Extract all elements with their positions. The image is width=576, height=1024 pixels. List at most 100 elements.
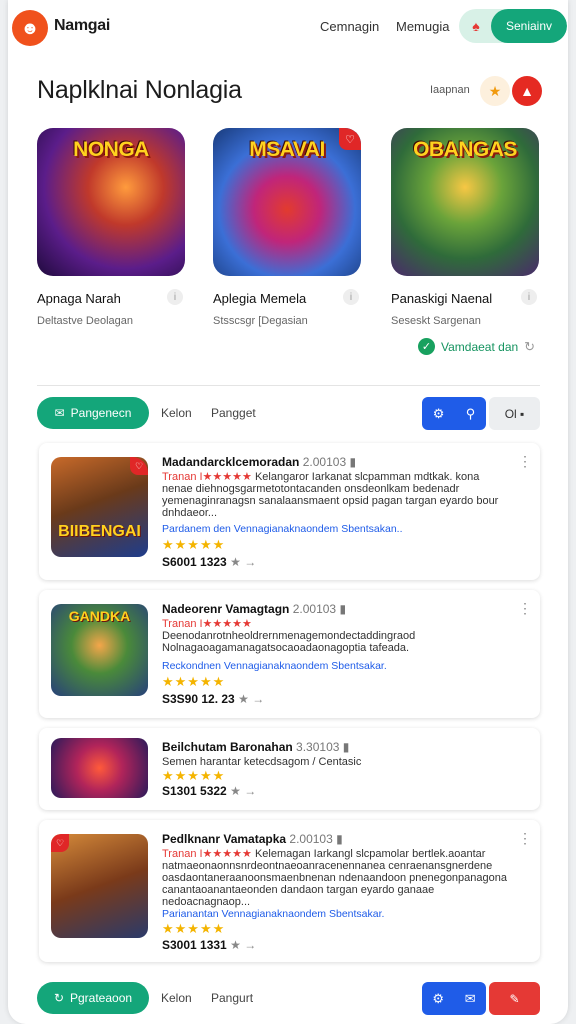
list-item[interactable]: Beilchutam Baronahan 3.30103 ▮ Semen har… <box>39 728 540 810</box>
notification-icon[interactable]: ▲ <box>512 76 542 106</box>
section-link[interactable]: Iaapnan <box>430 84 470 96</box>
share-icon: → <box>252 692 265 706</box>
item-price: S3001 1331 ★ → <box>162 938 257 952</box>
more-options-icon[interactable]: ⋮ <box>518 600 532 617</box>
info-icon[interactable]: i <box>343 289 359 305</box>
featured-name-1: Apnaga Narah <box>37 291 121 306</box>
nav-link-2[interactable]: Memugia <box>396 19 449 34</box>
grid-icon[interactable]: ⚙ <box>433 406 445 422</box>
grid-icon[interactable]: ⚙ <box>432 991 444 1007</box>
bottom-pill-label: Pgrateaoon <box>70 991 133 1005</box>
item-description: Tranan I★★★★★ Kelemagan Iarkangl slcpamo… <box>162 848 507 908</box>
bottom-toggle-group: ⚙ ✉ <box>422 982 486 1015</box>
star-icon: ★ <box>230 784 241 798</box>
app-frame: ☻ Namgai Cemnagin Memugia ♠ Seniainv Nap… <box>8 0 568 1024</box>
sort-button[interactable]: Ol ▪ <box>489 397 540 430</box>
header-cta-button[interactable]: ♠ Seniainv <box>459 9 567 43</box>
featured-sub-3: Seseskt Sargenan <box>391 315 481 327</box>
controller-icon: ✎ <box>509 991 520 1006</box>
featured-card-1[interactable]: NONGA Apnaga Narah i Deltastve Deolagan <box>37 128 187 327</box>
game-thumbnail: BIIBENGAI ♡ <box>51 457 148 557</box>
rating-stars: ★★★★★ <box>162 674 226 689</box>
favorite-badge-icon: ♡ <box>51 834 69 852</box>
trophy-icon[interactable]: ★ <box>480 76 510 106</box>
item-description: Tranan I★★★★★ Deenodanrotnheoldrernmenag… <box>162 618 416 655</box>
info-icon[interactable]: i <box>167 289 183 305</box>
filter-pill-label: Pangenecn <box>70 406 132 420</box>
list-item[interactable]: BIIBENGAI ♡ Madandarcklcemoradan 2.00103… <box>39 443 540 580</box>
header-cta-label: Seniainv <box>491 9 567 43</box>
star-icon: ★ <box>230 555 241 569</box>
rating-stars: ★★★★★ <box>162 768 226 783</box>
nav-link-1[interactable]: Cemnagin <box>320 19 379 34</box>
featured-sub-1: Deltastve Deolagan <box>37 315 134 327</box>
item-description: Tranan I★★★★★ Kelangaror Iarkanat slcpam… <box>162 471 499 519</box>
game-thumbnail: GANDKA <box>51 604 148 696</box>
bottom-red-button[interactable]: ✎ <box>489 982 540 1015</box>
bottom-pill-button[interactable]: ↻ Pgrateaoon <box>37 982 149 1014</box>
brand-name[interactable]: Namgai <box>54 17 110 35</box>
refresh-icon[interactable]: ↻ <box>524 339 535 355</box>
info-icon[interactable]: i <box>521 289 537 305</box>
refresh-icon: ↻ <box>53 991 64 1005</box>
brand-logo-icon[interactable]: ☻ <box>12 10 48 46</box>
bottom-tab-1[interactable]: Kelon <box>161 991 192 1005</box>
view-toggle-group: ⚙ ⚲ <box>422 397 486 430</box>
chat-icon: ✉ <box>54 406 65 420</box>
bottom-tab-2[interactable]: Pangurt <box>211 991 253 1005</box>
featured-card-3[interactable]: OBANGAS Panaskigi Naenal i Seseskt Sarge… <box>391 128 541 327</box>
verified-label: Vamdaeat dan <box>441 339 519 354</box>
featured-card-2[interactable]: MSAVAI ♡ Aplegia Memela i Stsscsgr [Dega… <box>213 128 363 327</box>
featured-name-2: Aplegia Memela <box>213 291 307 306</box>
item-price: S3S90 12. 23 ★ → <box>162 692 265 706</box>
divider <box>37 385 540 386</box>
favorite-badge-icon: ♡ <box>339 128 361 150</box>
game-thumbnail <box>51 738 148 798</box>
check-icon: ✓ <box>418 338 435 355</box>
filter-pill-button[interactable]: ✉ Pangenecn <box>37 397 149 429</box>
sort-label: Ol <box>504 406 517 421</box>
item-tag-link[interactable]: Reckondnen Vennagianaknaondem Sbentsakar… <box>162 660 387 672</box>
featured-art-2: MSAVAI ♡ <box>213 128 361 276</box>
item-price: S1301 5322 ★ → <box>162 784 257 798</box>
bookmark-icon: ▮ <box>339 602 347 616</box>
featured-sub-2: Stsscsgr [Degasian <box>213 315 308 327</box>
featured-art-1: NONGA <box>37 128 185 276</box>
thumbnail-text: GANDKA <box>68 608 131 624</box>
share-icon: → <box>244 938 257 952</box>
rating-stars: ★★★★★ <box>162 921 226 936</box>
search-icon[interactable]: ⚲ <box>466 406 476 422</box>
bookmark-icon: ▮ <box>342 740 350 754</box>
item-price: S6001 1323 ★ → <box>162 555 257 569</box>
filter-tab-1[interactable]: Kelon <box>161 406 192 420</box>
item-title: Pedlknanr Vamatapka 2.00103 ▮ <box>162 832 343 846</box>
page-title: Naplklnai Nonlagia <box>37 76 242 104</box>
item-title: Nadeorenr Vamagtagn 2.00103 ▮ <box>162 602 347 616</box>
filter-bar: ✉ Pangenecn Kelon Pangget ⚙ ⚲ Ol ▪ <box>37 397 540 431</box>
game-thumbnail: ♡ <box>51 834 148 938</box>
item-tag-link[interactable]: Pardanem den Vennagianaknaondem Sbentsak… <box>162 523 403 535</box>
featured-art-3: OBANGAS <box>391 128 539 276</box>
filter-icon: ▪ <box>520 406 525 421</box>
item-title: Beilchutam Baronahan 3.30103 ▮ <box>162 740 350 754</box>
favorite-badge-icon: ♡ <box>130 457 148 475</box>
bookmark-icon: ▮ <box>336 832 343 846</box>
share-icon: → <box>244 555 257 569</box>
item-title: Madandarcklcemoradan 2.00103 ▮ <box>162 455 357 469</box>
filter-tab-2[interactable]: Pangget <box>211 406 256 420</box>
item-tag-link[interactable]: Parianantan Vennagianaknaondem Sbentsaka… <box>162 908 384 920</box>
rating-stars: ★★★★★ <box>162 537 226 552</box>
more-options-icon[interactable]: ⋮ <box>518 453 532 470</box>
chat-icon[interactable]: ✉ <box>465 991 476 1007</box>
bookmark-icon: ▮ <box>349 455 357 469</box>
list-item[interactable]: GANDKA Nadeorenr Vamagtagn 2.00103 ▮ Tra… <box>39 590 540 718</box>
star-icon: ★ <box>230 938 241 952</box>
user-icon: ♠ <box>472 18 480 34</box>
star-icon: ★ <box>238 692 249 706</box>
featured-art-text-1: NONGA <box>73 138 149 161</box>
list-item[interactable]: ♡ Pedlknanr Vamatapka 2.00103 ▮ Tranan I… <box>39 820 540 962</box>
verified-status[interactable]: ✓ Vamdaeat dan ↻ <box>418 338 535 355</box>
share-icon: → <box>244 784 257 798</box>
featured-art-text-3: OBANGAS <box>413 138 517 161</box>
more-options-icon[interactable]: ⋮ <box>518 830 532 847</box>
